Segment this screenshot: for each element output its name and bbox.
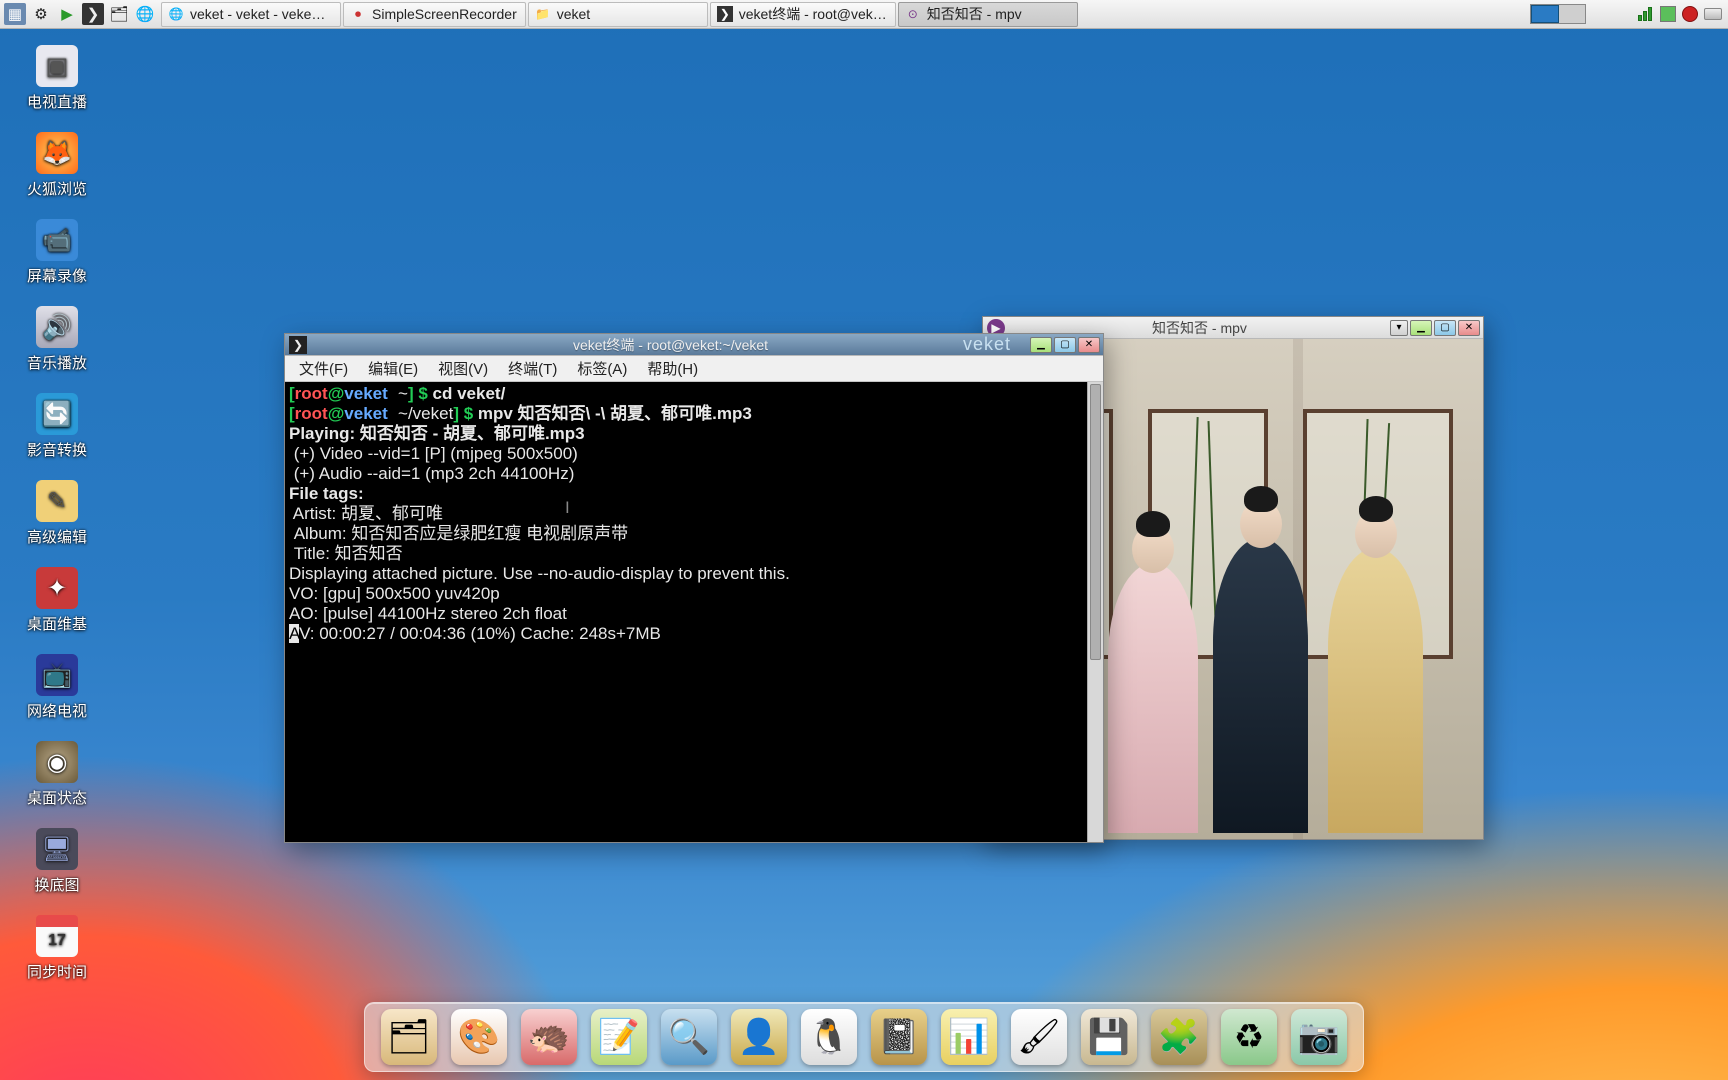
menu-file[interactable]: 文件(F) <box>291 356 356 381</box>
tray-drive-icon[interactable] <box>1704 8 1722 20</box>
dock-user-icon[interactable]: 👤 <box>731 1009 787 1065</box>
desktop-icon-status[interactable]: ◉桌面状态 <box>18 741 96 808</box>
desktop-icon-synctime[interactable]: 17同步时间 <box>18 915 96 982</box>
workspace-pager[interactable] <box>1530 4 1586 24</box>
tray-record-icon[interactable] <box>1682 6 1698 22</box>
launcher-files-icon[interactable]: 🗂 <box>108 3 130 25</box>
maximize-button[interactable]: ▢ <box>1434 320 1456 336</box>
dock-files-icon[interactable]: 🗂 <box>381 1009 437 1065</box>
dock-camera-icon[interactable]: 📷 <box>1291 1009 1347 1065</box>
album-figure <box>1328 548 1423 833</box>
quick-launch: ▦ ⚙ ▶ ❯ 🗂 🌐 <box>0 3 160 25</box>
dock-paint-icon[interactable]: 🎨 <box>451 1009 507 1065</box>
dock-notes-icon[interactable]: 📝 <box>591 1009 647 1065</box>
desktop-icon-music[interactable]: 🔊音乐播放 <box>18 306 96 373</box>
mpv-window-controls: ▾ ▁ ▢ ✕ <box>1390 320 1483 336</box>
mpv-icon: ⊙ <box>905 6 921 22</box>
taskbar-label: SimpleScreenRecorder <box>372 6 517 22</box>
minimize-button[interactable]: ▁ <box>1410 320 1432 336</box>
launcher-settings-icon[interactable]: ⚙ <box>30 3 52 25</box>
desktop-icon-wallpaper[interactable]: 🖥换底图 <box>18 828 96 895</box>
workspace-1[interactable] <box>1531 5 1559 23</box>
terminal-brand: veket <box>963 334 1011 355</box>
terminal-titlebar[interactable]: ❯ veket终端 - root@veket:~/veket veket ▁ ▢… <box>285 334 1103 356</box>
dock-amule-icon[interactable]: 🦔 <box>521 1009 577 1065</box>
terminal-window[interactable]: ❯ veket终端 - root@veket:~/veket veket ▁ ▢… <box>284 333 1104 843</box>
menu-help[interactable]: 帮助(H) <box>639 356 706 381</box>
taskbar-button-mpv[interactable]: ⊙ 知否知否 - mpv <box>898 2 1078 27</box>
desktop-icon-firefox[interactable]: 🦊火狐浏览 <box>18 132 96 199</box>
record-icon: ⏺ <box>350 6 366 22</box>
taskbar: ▦ ⚙ ▶ ❯ 🗂 🌐 🌐 veket - veket - veke… ⏺ Si… <box>0 0 1728 29</box>
taskbar-label: veket <box>557 6 590 22</box>
system-tray <box>1524 4 1728 24</box>
taskbar-button-screenrecorder[interactable]: ⏺ SimpleScreenRecorder <box>343 2 526 27</box>
scrollbar-thumb[interactable] <box>1090 384 1101 660</box>
maximize-button[interactable]: ▢ <box>1054 337 1076 353</box>
folder-icon: 📁 <box>535 6 551 22</box>
dock-usb-icon[interactable]: 💾 <box>1081 1009 1137 1065</box>
network-signal-icon[interactable] <box>1638 7 1654 21</box>
terminal-icon: ❯ <box>717 6 733 22</box>
dock-puzzle-icon[interactable]: 🧩 <box>1151 1009 1207 1065</box>
taskbar-button-terminal[interactable]: ❯ veket终端 - root@vek… <box>710 2 896 27</box>
terminal-output[interactable]: [root@veket ~] $ cd veket/ [root@veket ~… <box>285 382 1103 842</box>
dock-search-icon[interactable]: 🔍 <box>661 1009 717 1065</box>
dock-recycle-icon[interactable]: ♻ <box>1221 1009 1277 1065</box>
desktop-icon-editor[interactable]: ✎高级编辑 <box>18 480 96 547</box>
launcher-browser-icon[interactable]: 🌐 <box>134 3 156 25</box>
album-figure <box>1213 538 1308 833</box>
terminal-app-icon: ❯ <box>289 336 307 354</box>
desktop-icon-nettv[interactable]: 📺网络电视 <box>18 654 96 721</box>
taskbar-button-browser[interactable]: 🌐 veket - veket - veke… <box>161 2 341 27</box>
desktop-icon-wiki[interactable]: ✦桌面维基 <box>18 567 96 634</box>
menu-edit[interactable]: 编辑(E) <box>360 356 426 381</box>
close-button[interactable]: ✕ <box>1458 320 1480 336</box>
dock-sticky-icon[interactable]: 📊 <box>941 1009 997 1065</box>
taskbar-button-files[interactable]: 📁 veket <box>528 2 708 27</box>
launcher-play-icon[interactable]: ▶ <box>56 3 78 25</box>
minimize-button[interactable]: ▁ <box>1030 337 1052 353</box>
terminal-menubar: 文件(F) 编辑(E) 视图(V) 终端(T) 标签(A) 帮助(H) <box>285 356 1103 382</box>
launcher-monitor-icon[interactable]: ▦ <box>4 3 26 25</box>
taskbar-label: veket - veket - veke… <box>190 6 325 22</box>
terminal-scrollbar[interactable] <box>1087 382 1103 842</box>
launcher-terminal-icon[interactable]: ❯ <box>82 3 104 25</box>
album-figure <box>1108 563 1198 833</box>
terminal-window-controls: ▁ ▢ ✕ <box>1030 337 1103 353</box>
taskbar-label: 知否知否 - mpv <box>927 4 1022 24</box>
terminal-title: veket终端 - root@veket:~/veket <box>311 335 1030 355</box>
browser-icon: 🌐 <box>168 6 184 22</box>
tray-status-icon[interactable] <box>1660 6 1676 22</box>
menu-tabs[interactable]: 标签(A) <box>569 356 635 381</box>
close-button[interactable]: ✕ <box>1078 337 1100 353</box>
menu-terminal[interactable]: 终端(T) <box>500 356 565 381</box>
desktop-icon-converter[interactable]: 🔄影音转换 <box>18 393 96 460</box>
desktop-icon-tv[interactable]: ▣电视直播 <box>18 45 96 112</box>
av-status: V: 00:00:27 / 00:04:36 (10%) Cache: 248s… <box>299 624 661 643</box>
dock-brush-icon[interactable]: 🖌 <box>1011 1009 1067 1065</box>
taskbar-label: veket终端 - root@vek… <box>739 4 887 24</box>
pin-button[interactable]: ▾ <box>1390 320 1408 336</box>
dock-book-icon[interactable]: 📓 <box>871 1009 927 1065</box>
workspace-2[interactable] <box>1559 5 1585 23</box>
menu-view[interactable]: 视图(V) <box>430 356 496 381</box>
dock: 🗂 🎨 🦔 📝 🔍 👤 🐧 📓 📊 🖌 💾 🧩 ♻ 📷 <box>364 1002 1364 1072</box>
desktop-icon-recorder[interactable]: 📹屏幕录像 <box>18 219 96 286</box>
desktop-icons: ▣电视直播 🦊火狐浏览 📹屏幕录像 🔊音乐播放 🔄影音转换 ✎高级编辑 ✦桌面维… <box>18 45 96 1002</box>
dock-linux-icon[interactable]: 🐧 <box>801 1009 857 1065</box>
text-cursor-icon: I <box>565 498 570 517</box>
